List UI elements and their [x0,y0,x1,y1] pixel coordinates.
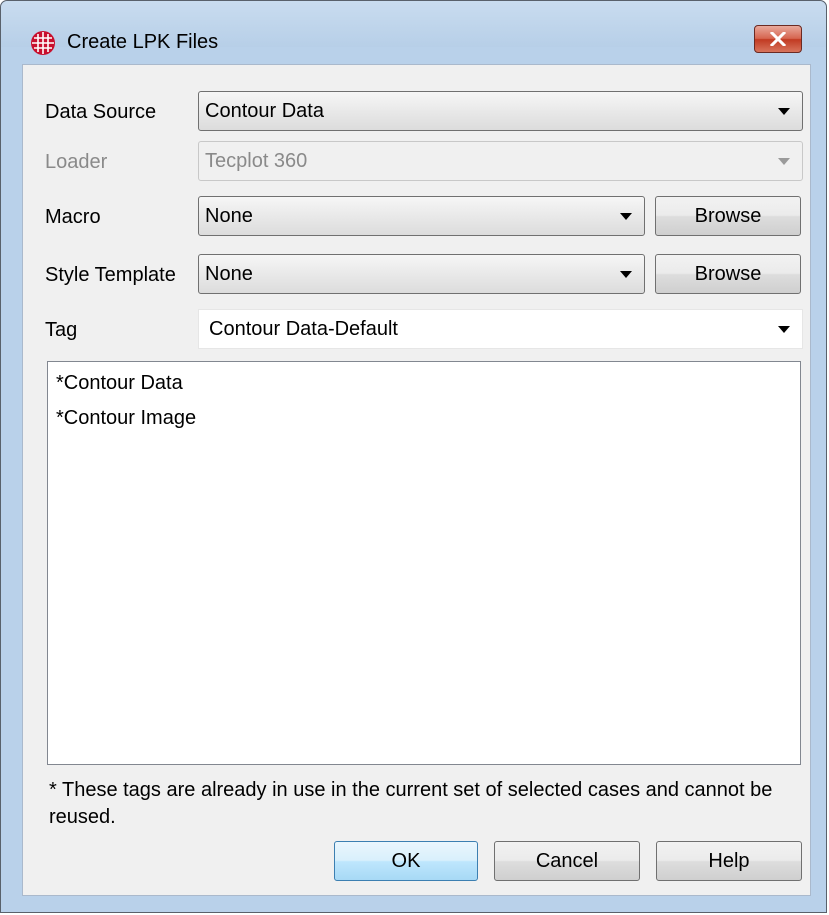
tag-label: Tag [45,319,78,341]
macro-label: Macro [45,206,101,228]
list-item[interactable]: *Contour Image [56,407,196,430]
style-template-value: None [205,263,253,285]
chevron-down-icon [778,326,790,333]
ok-button[interactable]: OK [334,841,478,881]
loader-value: Tecplot 360 [205,150,308,172]
dialog-body: Data Source Contour Data Loader Tecplot … [22,64,811,896]
loader-select: Tecplot 360 [198,141,803,181]
loader-label: Loader [45,151,108,173]
close-icon [770,32,786,46]
tag-listbox[interactable]: *Contour Data *Contour Image [47,361,801,765]
style-template-select[interactable]: None [198,254,645,294]
chevron-down-icon [620,271,632,278]
chevron-down-icon [778,108,790,115]
reuse-note: * These tags are already in use in the c… [49,779,773,828]
macro-value: None [205,205,253,227]
data-source-select[interactable]: Contour Data [198,91,803,131]
title-bar[interactable]: Create LPK Files [1,1,826,55]
style-template-label: Style Template [45,264,176,286]
chevron-down-icon [778,158,790,165]
list-item[interactable]: *Contour Data [56,372,183,395]
data-source-label: Data Source [45,101,157,123]
grid-globe-icon [31,31,55,55]
close-button[interactable] [754,25,802,53]
cancel-button[interactable]: Cancel [494,841,640,881]
macro-select[interactable]: None [198,196,645,236]
tag-value: Contour Data-Default [209,318,398,340]
window-title: Create LPK Files [67,31,219,53]
data-source-value: Contour Data [205,100,324,122]
chevron-down-icon [620,213,632,220]
dialog-window: Create LPK Files Data Source Contour Dat… [0,0,827,913]
macro-browse-button[interactable]: Browse [655,196,801,236]
style-template-browse-button[interactable]: Browse [655,254,801,294]
tag-select[interactable]: Contour Data-Default [198,309,803,349]
help-button[interactable]: Help [656,841,802,881]
